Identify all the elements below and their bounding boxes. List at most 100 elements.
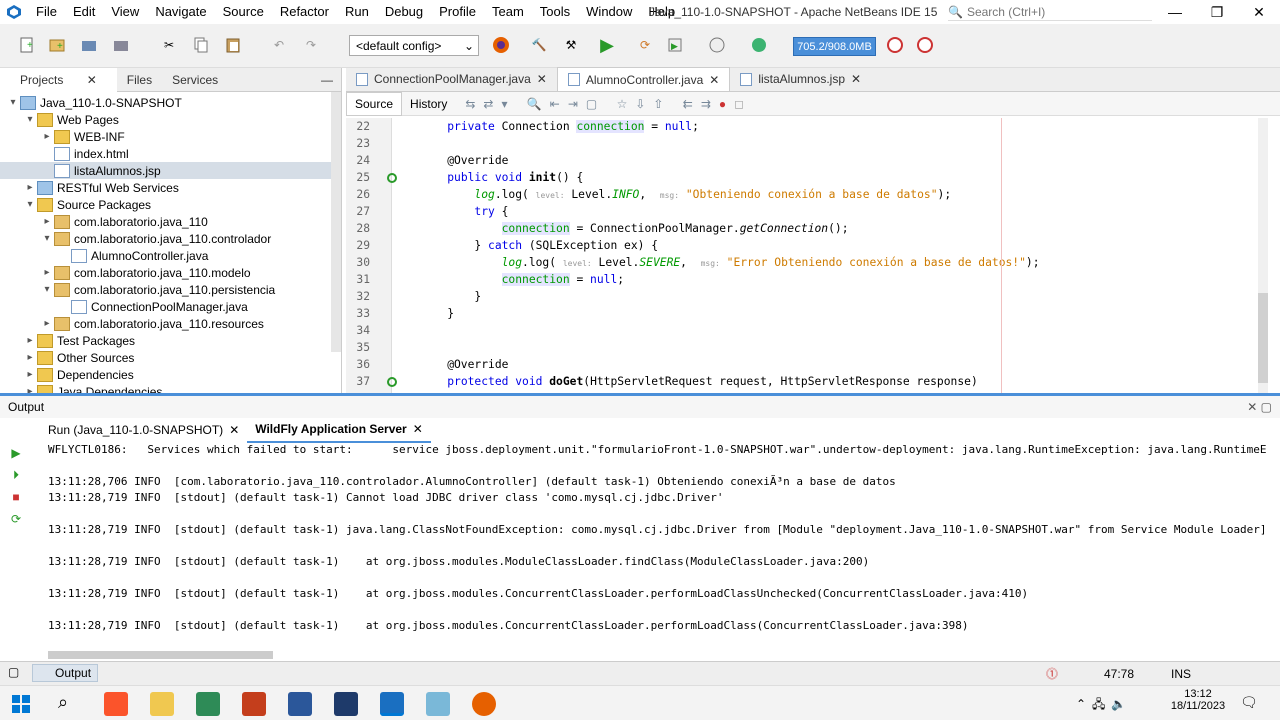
stop-icon[interactable] [748, 34, 770, 56]
menu-tools[interactable]: Tools [532, 0, 578, 24]
search-taskbar-icon[interactable]: ⌕ [58, 692, 68, 713]
override-marker-icon[interactable] [374, 373, 410, 390]
tree-item[interactable]: ▾ Java_110-1.0-SNAPSHOT [0, 94, 341, 111]
menu-file[interactable]: File [28, 0, 65, 24]
editor-tools-icons[interactable]: ⇆⇄▾ 🔍⇤⇥▢ ☆⇩⇧ ⇇⇉ [465, 97, 719, 111]
menu-refactor[interactable]: Refactor [272, 0, 337, 24]
editor-tab[interactable]: listaAlumnos.jsp ✕ [730, 67, 871, 91]
menu-profile[interactable]: Profile [431, 0, 484, 24]
minimize-button[interactable]: — [1154, 0, 1196, 24]
close-icon[interactable]: ✕ [537, 72, 547, 86]
editor-tab[interactable]: ConnectionPoolManager.java ✕ [346, 67, 557, 91]
profiler-icon[interactable] [914, 34, 936, 56]
menu-navigate[interactable]: Navigate [147, 0, 214, 24]
menu-run[interactable]: Run [337, 0, 377, 24]
refresh-icon[interactable]: ⟳ [0, 508, 32, 530]
editor-tab[interactable]: AlumnoController.java ✕ [556, 67, 731, 91]
app-taskbar-icon[interactable] [426, 692, 450, 716]
tree-item[interactable]: ▸ Dependencies [0, 366, 341, 383]
expand-icon[interactable]: ▢ [8, 665, 19, 679]
chevron-right-icon[interactable]: ▸ [23, 182, 37, 193]
word-icon[interactable] [288, 692, 312, 716]
chevron-right-icon[interactable]: ▸ [23, 335, 37, 346]
tree-item[interactable]: ▸ com.laboratorio.java_110 [0, 213, 341, 230]
close-output-icon[interactable]: ✕ ▢ [1247, 400, 1280, 414]
chevron-right-icon[interactable]: ▸ [23, 352, 37, 363]
run-icon[interactable]: ▶ [596, 34, 618, 56]
source-view-button[interactable]: Source [346, 91, 403, 116]
tree-scrollbar[interactable] [331, 92, 341, 352]
tab-services[interactable]: Services [162, 68, 228, 92]
chevron-right-icon[interactable]: ▸ [40, 216, 54, 227]
stop-output-icon[interactable]: ■ [0, 486, 32, 508]
tab-files[interactable]: Files [117, 68, 162, 92]
new-project-icon[interactable]: + [46, 34, 68, 56]
tree-item[interactable]: listaAlumnos.jsp [0, 162, 341, 179]
netbeans-taskbar-icon[interactable] [380, 692, 404, 716]
cut-icon[interactable]: ✂ [158, 34, 180, 56]
output-hscrollbar[interactable] [48, 651, 273, 659]
paste-icon[interactable] [222, 34, 244, 56]
close-icon[interactable]: ✕ [851, 72, 861, 86]
tree-item[interactable]: ▸ com.laboratorio.java_110.modelo [0, 264, 341, 281]
debug-icon[interactable]: ▶ [664, 34, 686, 56]
clean-build-icon[interactable]: 🔨 [528, 34, 550, 56]
firefox-icon[interactable] [490, 34, 512, 56]
vscode-icon[interactable] [334, 692, 358, 716]
reload-icon[interactable]: ⟳ [634, 34, 656, 56]
minimize-pane-icon[interactable]: — [311, 68, 341, 92]
gc-icon[interactable] [884, 34, 906, 56]
memory-indicator[interactable]: 705.2/908.0MB [793, 37, 876, 56]
output-log[interactable]: WFLYCTL0186: Services which failed to st… [48, 442, 1266, 634]
notification-center-icon[interactable]: 🗨 [1240, 694, 1258, 711]
maximize-button[interactable]: ❐ [1196, 0, 1238, 24]
record-macro-icon[interactable]: ● [719, 97, 726, 111]
tab-projects[interactable]: Projects ✕ [0, 67, 117, 92]
tree-item[interactable]: ▸ Test Packages [0, 332, 341, 349]
chevron-right-icon[interactable]: ▸ [23, 369, 37, 380]
history-view-button[interactable]: History [402, 93, 455, 115]
rerun-icon[interactable]: ▶ [0, 442, 32, 464]
open-project-icon[interactable] [78, 34, 100, 56]
config-select[interactable]: <default config> ⌄ [349, 35, 479, 56]
search-box[interactable]: 🔍 Search (Ctrl+I) [948, 3, 1152, 21]
tree-item[interactable]: ▸ Other Sources [0, 349, 341, 366]
tree-item[interactable]: ▾ com.laboratorio.java_110.controlador [0, 230, 341, 247]
menu-view[interactable]: View [103, 0, 147, 24]
close-icon[interactable]: ✕ [709, 73, 719, 87]
tree-item[interactable]: AlumnoController.java [0, 247, 341, 264]
system-tray-icons[interactable]: ⌃🖧🔈 [1076, 695, 1132, 716]
tree-item[interactable]: ▸ WEB-INF [0, 128, 341, 145]
close-icon[interactable]: ✕ [413, 417, 423, 441]
tree-item[interactable]: ▾ Web Pages [0, 111, 341, 128]
chevron-right-icon[interactable]: ▸ [40, 318, 54, 329]
undo-icon[interactable]: ↶ [268, 34, 290, 56]
chevron-down-icon[interactable]: ▾ [40, 284, 54, 295]
firefox-taskbar-icon[interactable] [472, 692, 496, 716]
chevron-down-icon[interactable]: ▾ [23, 199, 37, 210]
tree-item[interactable]: ConnectionPoolManager.java [0, 298, 341, 315]
tree-item[interactable]: ▾ Source Packages [0, 196, 341, 213]
menu-debug[interactable]: Debug [377, 0, 431, 24]
menu-window[interactable]: Window [578, 0, 640, 24]
windows-start-icon[interactable] [12, 695, 30, 716]
notifications-icon[interactable]: ⓵ [1046, 665, 1058, 682]
powerpoint-icon[interactable] [242, 692, 266, 716]
profile-icon[interactable] [706, 34, 728, 56]
code-scrollbar[interactable] [1258, 118, 1268, 393]
clock[interactable]: 13:12 18/11/2023 [1170, 688, 1226, 712]
chevron-down-icon[interactable]: ▾ [6, 97, 20, 108]
copy-icon[interactable] [190, 34, 212, 56]
new-file-icon[interactable]: + [16, 34, 38, 56]
chevron-down-icon[interactable]: ▾ [23, 114, 37, 125]
output-toggle[interactable]: Output [32, 664, 99, 682]
build-icon[interactable]: ⚒ [560, 34, 582, 56]
override-marker-icon[interactable] [374, 169, 410, 186]
chevron-right-icon[interactable]: ▸ [40, 131, 54, 142]
close-icon[interactable]: ✕ [77, 73, 107, 87]
redo-icon[interactable]: ↷ [300, 34, 322, 56]
file-explorer-icon[interactable] [150, 692, 174, 716]
tree-item[interactable]: ▸ com.laboratorio.java_110.resources [0, 315, 341, 332]
notepad-icon[interactable] [196, 692, 220, 716]
rerun-debug-icon[interactable]: ⏵ [0, 464, 32, 486]
